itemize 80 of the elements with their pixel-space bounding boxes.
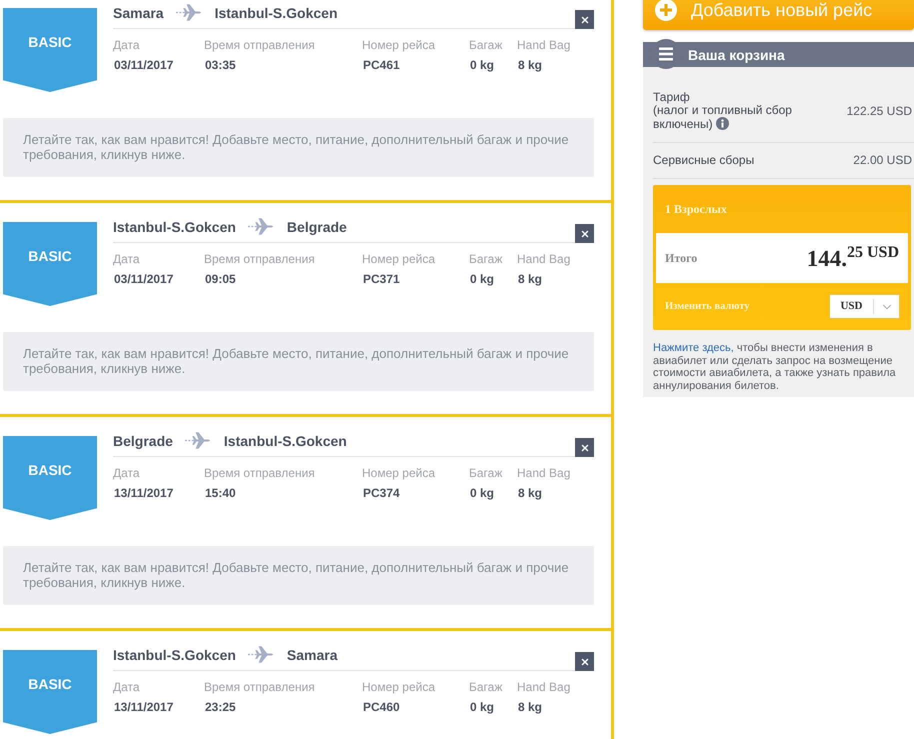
currency-label: Изменить валюту <box>665 300 750 314</box>
help-link[interactable]: Нажмите здесь, <box>653 342 734 354</box>
detail-value: 09:05 <box>204 271 237 287</box>
fare-ribbon: BASIC <box>3 222 97 306</box>
destination-city: Istanbul-S.Gokcen <box>214 4 338 22</box>
plane-icon <box>248 218 275 235</box>
detail-value: PC371 <box>362 271 401 287</box>
detail-value: 03/11/2017 <box>113 57 174 73</box>
detail-label: Багаж <box>469 251 504 267</box>
info-message: Летайте так, как вам нравится! Добавьте место, питание, дополнительный багаж и прочие требования, кликнув ниже. <box>23 132 570 162</box>
fare-ribbon: BASIC <box>3 8 97 92</box>
detail-label: Дата <box>113 465 141 481</box>
help-text: Нажмите здесь, чтобы внести изменения в авиабилет или сделать запрос на возмещение стоимости авиабилета, а также узнать правила аннулирования билетов. <box>653 342 897 393</box>
info-message: Летайте так, как вам нравится! Добавьте место, питание, дополнительный багаж и прочие требования, кликнув ниже. <box>23 346 570 376</box>
close-icon <box>580 228 590 238</box>
plane-icon <box>184 432 212 449</box>
charge-label: Сервисные сборы <box>653 154 756 166</box>
close-button[interactable] <box>575 438 594 457</box>
total-label: Итого <box>665 250 698 267</box>
detail-label: Номер рейса <box>362 251 436 267</box>
detail-label: Номер рейса <box>362 679 436 695</box>
detail-label: Багаж <box>469 679 504 695</box>
currency-select[interactable]: USD <box>829 294 900 319</box>
cart-title: Ваша корзина <box>688 46 785 62</box>
detail-value: 8 kg <box>517 485 544 501</box>
origin-city: Istanbul-S.Gokcen <box>113 646 236 664</box>
detail-value: 13/11/2017 <box>113 485 174 501</box>
detail-label: Багаж <box>469 37 504 53</box>
detail-label: Дата <box>113 37 141 53</box>
detail-value: 8 kg <box>517 57 544 73</box>
close-icon <box>580 14 590 24</box>
detail-label: Номер рейса <box>362 37 436 53</box>
close-button[interactable] <box>575 10 594 29</box>
charge-note: (налог и топливный сбор включены) <box>653 103 792 131</box>
close-button[interactable] <box>575 224 594 243</box>
destination-city: Istanbul-S.Gokcen <box>224 432 347 450</box>
detail-value: PC461 <box>362 57 401 73</box>
detail-label: Hand Bag <box>517 251 572 267</box>
fare-ribbon: BASIC <box>3 436 97 520</box>
charge-label: Тариф <box>653 91 691 104</box>
destination-city: Belgrade <box>286 218 347 236</box>
detail-label: Дата <box>113 679 141 695</box>
close-button[interactable] <box>575 652 594 671</box>
origin-city: Istanbul-S.Gokcen <box>113 218 236 236</box>
detail-label: Багаж <box>469 465 504 481</box>
detail-label: Время отправления <box>204 37 316 53</box>
detail-value: 03:35 <box>204 57 237 73</box>
detail-value: 23:25 <box>204 699 237 715</box>
close-icon <box>580 656 590 666</box>
detail-value: PC374 <box>362 485 401 501</box>
plane-icon <box>248 646 275 663</box>
origin-city: Samara <box>113 4 164 22</box>
detail-value: 8 kg <box>517 699 544 715</box>
detail-value: 15:40 <box>204 485 237 501</box>
detail-label: Hand Bag <box>517 679 572 695</box>
info-message: Летайте так, как вам нравится! Добавьте место, питание, дополнительный багаж и прочие требования, кликнув ниже. <box>23 560 570 590</box>
total-amount: 144.$^{25 USD}$ <box>806 244 899 272</box>
origin-city: Belgrade <box>113 432 173 450</box>
passenger-count: 1 Взрослых <box>665 201 727 218</box>
detail-label: Дата <box>113 251 141 267</box>
detail-label: Время отправления <box>204 679 316 695</box>
detail-label: Hand Bag <box>517 465 572 481</box>
charge-amount: 22.00 USD <box>853 153 913 167</box>
detail-value: 0 kg <box>469 485 496 501</box>
destination-city: Samara <box>286 646 338 664</box>
detail-label: Время отправления <box>204 251 316 267</box>
detail-label: Время отправления <box>204 465 316 481</box>
close-icon <box>580 442 590 452</box>
detail-value: 0 kg <box>469 699 496 715</box>
detail-label: Номер рейса <box>362 465 436 481</box>
fare-ribbon: BASIC <box>3 650 97 734</box>
detail-value: PC460 <box>362 699 401 715</box>
detail-value: 0 kg <box>469 57 496 73</box>
detail-value: 03/11/2017 <box>113 271 174 287</box>
detail-label: Hand Bag <box>517 37 572 53</box>
charge-amount: 122.25 USD <box>846 104 913 118</box>
detail-value: 13/11/2017 <box>113 699 174 715</box>
detail-value: 0 kg <box>469 271 496 287</box>
detail-value: 8 kg <box>517 271 544 287</box>
plane-icon <box>176 4 203 21</box>
